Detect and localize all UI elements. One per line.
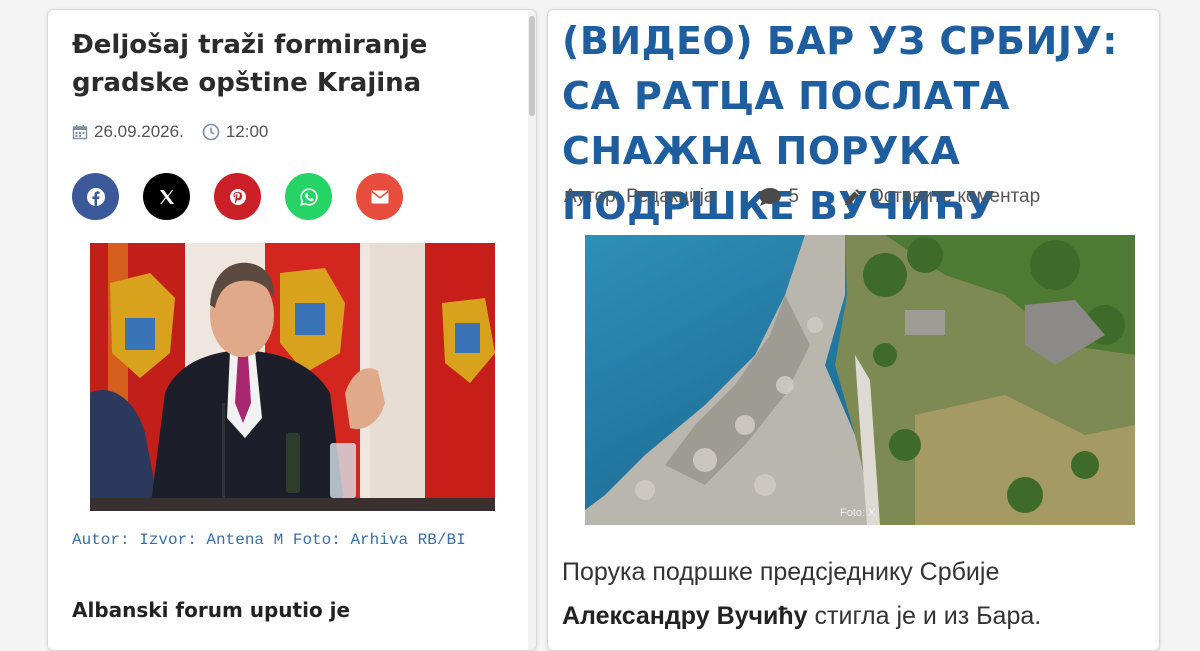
facebook-icon [86,187,105,206]
envelope-icon [371,190,388,203]
article-photo[interactable] [90,243,495,511]
comments-meta[interactable]: 5 [758,186,799,208]
article-meta: 26.09.2026. 12:00 [72,122,286,142]
scrollbar-thumb[interactable] [529,16,535,116]
photo-caption: Autor: Izvor: Antena M Foto: Arhiva RB/B… [72,531,466,549]
whatsapp-share-button[interactable] [285,173,332,220]
x-icon [159,189,174,204]
body-bold-name: Александру Вучићу [562,602,808,630]
body-line-1: Порука подршке предсједнику Србије [562,558,1000,586]
aerial-coastline-image [585,235,1135,525]
facebook-share-button[interactable] [72,173,119,220]
scrollbar[interactable] [528,10,536,650]
whatsapp-icon [299,187,318,206]
article-meta: Аутор: Редакција 5 Оставите коментар [564,186,1124,208]
leave-comment-label[interactable]: Оставите коментар [869,186,1040,208]
article-body: Порука подршке предсједнику Србије Алекс… [562,550,1152,638]
article-photo[interactable]: Foto: X [585,235,1135,525]
date-meta: 26.09.2026. [72,122,184,142]
politician-press-conference-image [90,243,495,511]
share-buttons [72,173,427,220]
article-author[interactable]: Аутор: Редакција [564,186,714,208]
article-time: 12:00 [225,122,269,141]
comment-icon [759,188,782,206]
x-share-button[interactable] [143,173,190,220]
email-share-button[interactable] [356,173,403,220]
article-lead: Albanski forum uputio je [72,598,351,622]
pinterest-icon [229,188,246,205]
calendar-icon [72,125,88,140]
body-line-2-rest: стигла је и из Бара. [807,602,1042,630]
pinterest-share-button[interactable] [214,173,261,220]
left-article-card: Đeljošaj traži formiranje gradske opštin… [47,9,537,651]
comments-count[interactable]: 5 [788,186,799,208]
pencil-icon [844,189,861,205]
right-article-card: (ВИДЕО) БАР УЗ СРБИЈУ: СА РАТЦА ПОСЛАТА … [547,9,1160,651]
leave-comment-link[interactable]: Оставите коментар [843,186,1040,208]
article-date: 26.09.2026. [94,122,184,141]
author-meta: Аутор: Редакција [564,186,714,208]
clock-icon [202,123,220,141]
photo-credit: Foto: X [840,507,876,519]
article-title[interactable]: Đeljošaj traži formiranje gradske opštin… [72,26,502,102]
time-meta: 12:00 [202,122,269,142]
